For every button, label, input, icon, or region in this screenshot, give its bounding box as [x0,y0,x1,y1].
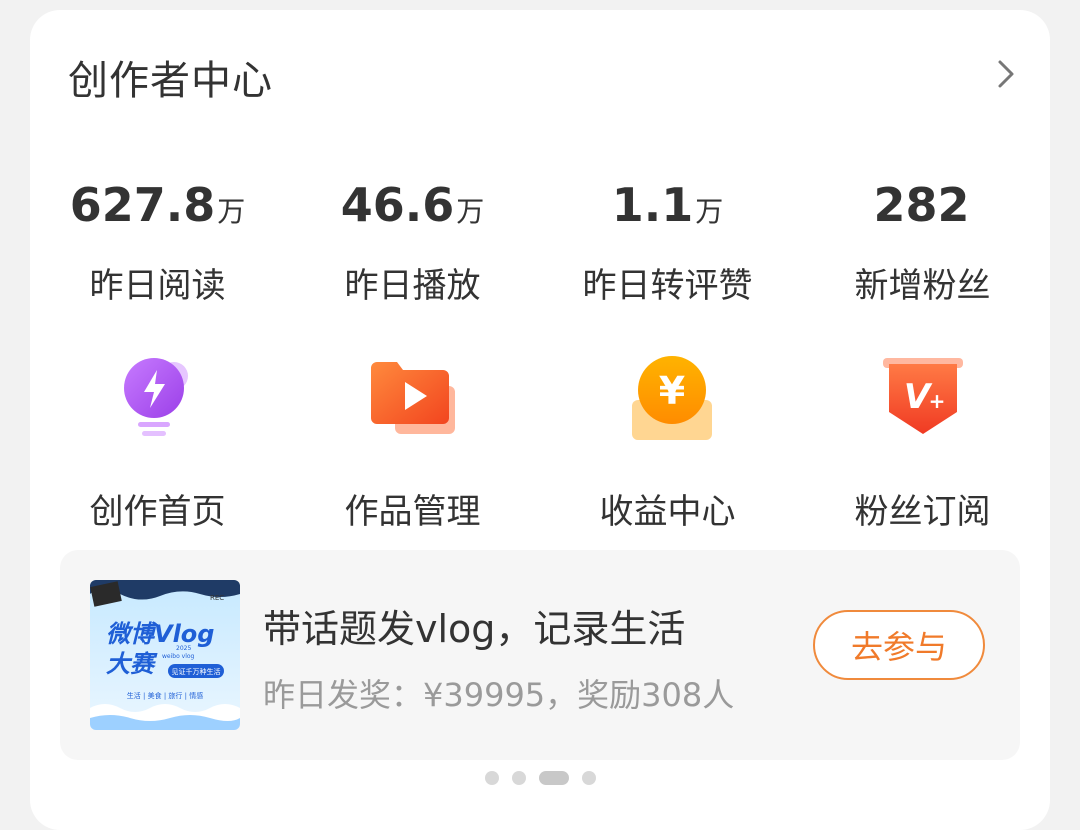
svg-text:¥: ¥ [658,369,684,413]
video-folder-icon [370,362,455,434]
join-button[interactable]: 去参与 [813,610,985,680]
poster-year: 2025 [176,645,191,652]
poster-brand: weibo vlog [162,653,195,660]
stat-new-followers[interactable]: 282 新增粉丝 [795,178,1050,307]
stat-label: 昨日阅读 [89,266,226,306]
pager-dot[interactable] [512,771,526,785]
stat-value: 282 [873,178,970,232]
poster-line2: 大赛 [106,650,158,678]
promo-banner[interactable]: REC 微博Vlog 大赛 2025 weibo vlog 见证千万种生活 生活… [60,550,1020,760]
pager-dot-active[interactable] [539,771,569,785]
tool-earnings-center[interactable]: ¥ 收益中心 [540,350,795,533]
tool-creation-home[interactable]: 创作首页 [30,350,285,533]
poster-slogan: 见证千万种生活 [172,667,221,676]
rec-label: REC [210,594,224,602]
promo-title: 带话题发vlog，记录生活 [263,607,686,651]
stat-value: 46.6 [340,178,455,232]
chevron-right-icon[interactable] [992,54,1020,94]
tool-works-management[interactable]: 作品管理 [285,350,540,533]
poster-line1: 微博Vlog [106,620,214,648]
yuan-coin-icon: ¥ [631,356,712,440]
v-plus-badge-icon: V + [882,358,963,434]
tools-row: 创作首页 作品管理 ¥ 收益中心 V + 粉丝订阅 [30,350,1050,533]
stat-unit: 万 [456,195,485,228]
stat-label: 新增粉丝 [854,266,991,306]
promo-thumbnail: REC 微博Vlog 大赛 2025 weibo vlog 见证千万种生活 生活… [90,580,240,730]
pager-dot[interactable] [485,771,499,785]
promo-subtitle: 昨日发奖：¥39995，奖励308人 [263,676,735,714]
tool-fan-subscription[interactable]: V + 粉丝订阅 [795,350,1050,533]
creator-center-card: 创作者中心 627.8万 昨日阅读 46.6万 昨日播放 1.1万 昨日转评赞 … [30,10,1050,830]
lightning-bulb-icon [123,358,188,436]
pager-dot[interactable] [582,771,596,785]
svg-text:+: + [928,389,945,413]
stat-label: 昨日播放 [344,266,481,306]
vlog-contest-poster-image: REC 微博Vlog 大赛 2025 weibo vlog 见证千万种生活 生活… [90,580,240,730]
stat-unit: 万 [217,195,246,228]
stat-label: 昨日转评赞 [582,266,753,306]
stat-value: 627.8 [69,178,216,232]
card-title: 创作者中心 [68,58,273,104]
tool-label: 创作首页 [89,492,226,532]
poster-tags: 生活 | 美食 | 旅行 | 情感 [127,691,203,700]
stat-unit: 万 [695,195,724,228]
tool-label: 作品管理 [344,492,481,532]
stat-value: 1.1 [611,178,694,232]
tool-label: 收益中心 [599,492,736,532]
stat-yesterday-interactions[interactable]: 1.1万 昨日转评赞 [540,178,795,307]
stat-yesterday-reads[interactable]: 627.8万 昨日阅读 [30,178,285,307]
pager-dots [0,771,1080,787]
stat-yesterday-plays[interactable]: 46.6万 昨日播放 [285,178,540,307]
stats-row: 627.8万 昨日阅读 46.6万 昨日播放 1.1万 昨日转评赞 282 新增… [30,178,1050,318]
tool-label: 粉丝订阅 [854,492,991,532]
